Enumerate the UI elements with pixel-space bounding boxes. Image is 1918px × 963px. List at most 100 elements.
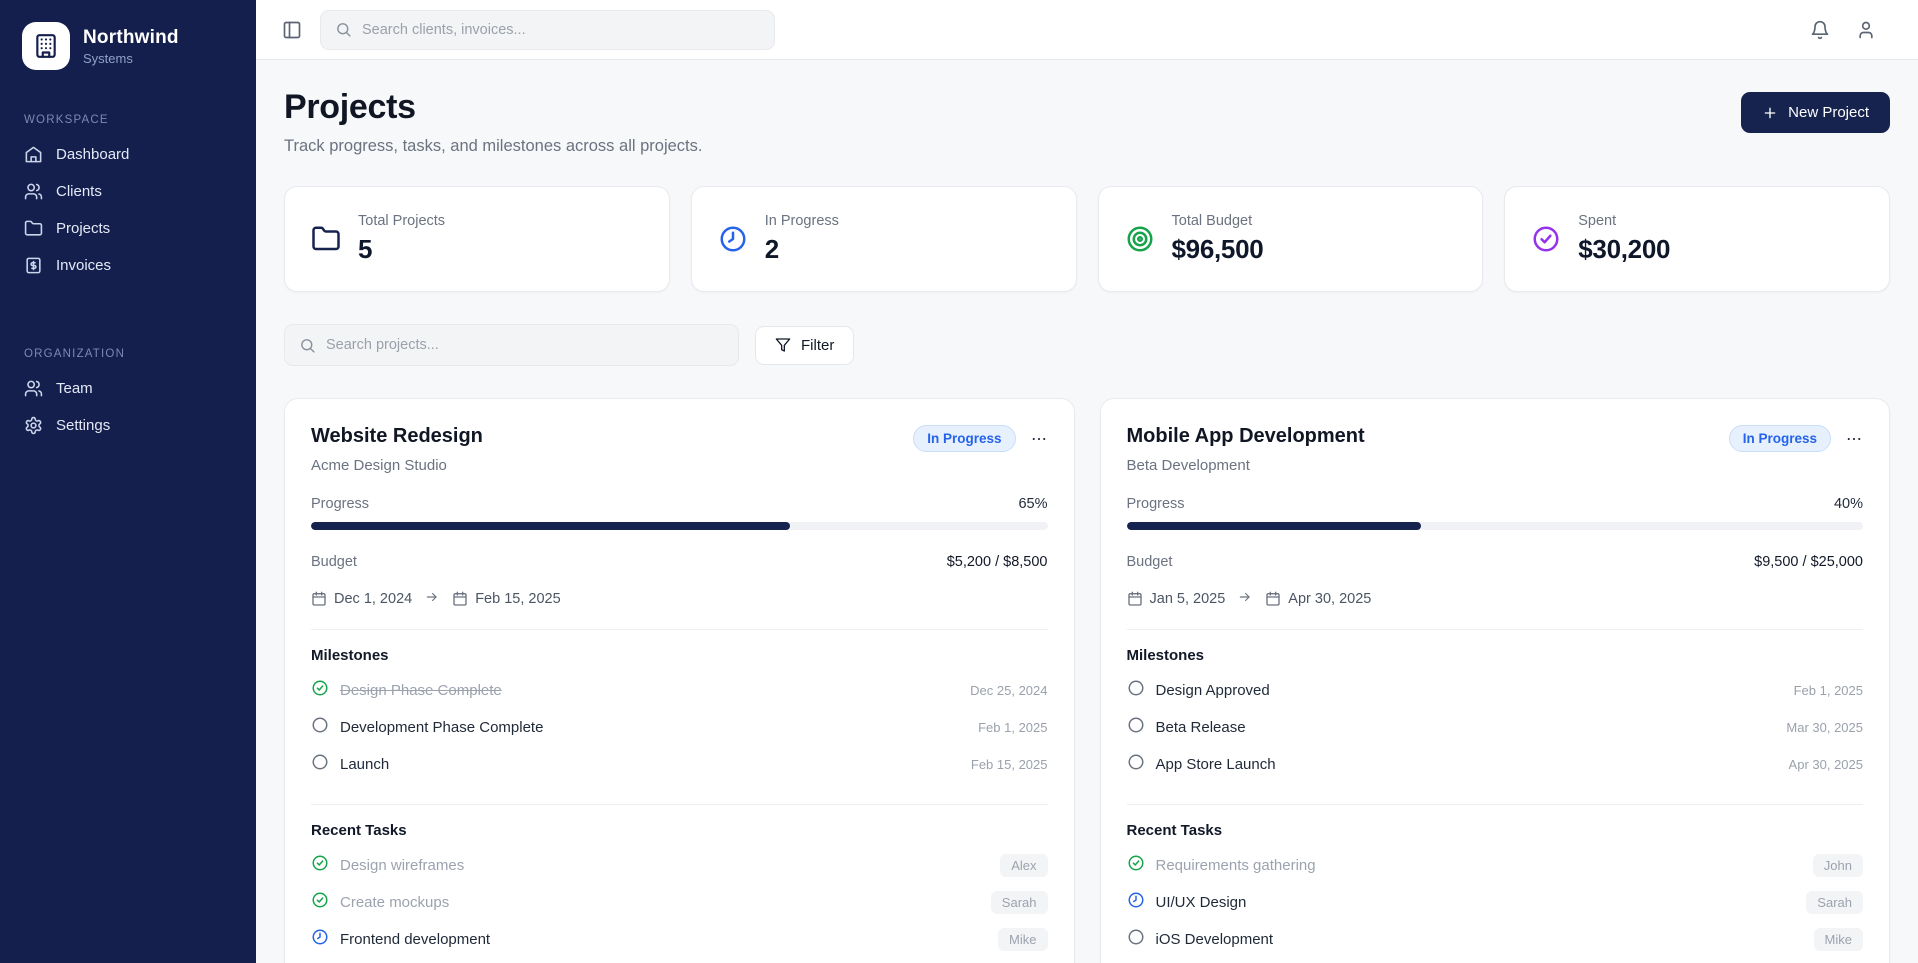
stats-row: Total Projects5In Progress2Total Budget$… — [284, 186, 1890, 292]
sidebar-section: WORKSPACE DashboardClientsProjectsInvoice… — [16, 114, 240, 284]
circle-icon — [1127, 679, 1145, 697]
sidebar-section-label: WORKSPACE — [16, 114, 240, 126]
page-content: Projects Track progress, tasks, and mile… — [256, 60, 1918, 963]
progress-row: Progress40% — [1127, 496, 1864, 512]
page-subtitle: Track progress, tasks, and milestones ac… — [284, 137, 702, 156]
milestone-date: Feb 15, 2025 — [971, 757, 1048, 772]
brand-name: Northwind — [83, 27, 179, 49]
topbar — [256, 0, 1918, 60]
folder-icon — [311, 224, 341, 254]
clock-icon — [311, 928, 329, 946]
stat-label: Spent — [1578, 213, 1670, 229]
task-assignee-badge: Sarah — [991, 891, 1048, 914]
status-badge: In Progress — [1729, 425, 1831, 452]
milestone-name: App Store Launch — [1156, 756, 1778, 773]
milestones-heading: Milestones — [1127, 647, 1864, 664]
filter-button[interactable]: Filter — [755, 326, 854, 365]
status-badge: In Progress — [913, 425, 1015, 452]
sidebar-item-clients[interactable]: Clients — [16, 173, 240, 210]
topbar-actions — [1810, 20, 1892, 40]
start-date: Jan 5, 2025 — [1127, 591, 1226, 607]
sidebar-section: ORGANIZATIONTeamSettings — [16, 348, 240, 444]
milestone-name: Beta Release — [1156, 719, 1776, 736]
filter-row: Filter — [284, 324, 1890, 366]
sidebar-item-projects[interactable]: Projects — [16, 210, 240, 247]
milestone-row: App Store LaunchApr 30, 2025 — [1127, 746, 1864, 783]
stat-value: 5 — [358, 234, 445, 265]
project-card-titles: Website RedesignAcme Design Studio — [311, 425, 483, 474]
sidebar-item-dashboard[interactable]: Dashboard — [16, 136, 240, 173]
circle-icon — [311, 716, 329, 734]
check-circle-icon — [311, 891, 329, 909]
task-status — [1127, 854, 1145, 877]
task-assignee-badge: Mike — [1814, 928, 1863, 951]
task-status — [1127, 928, 1145, 951]
gear-icon — [24, 416, 43, 435]
tasks-heading: Recent Tasks — [1127, 822, 1864, 839]
project-menu-button[interactable] — [1845, 430, 1863, 448]
progress-bar — [311, 522, 1048, 530]
sidebar-item-settings[interactable]: Settings — [16, 407, 240, 444]
project-menu-button[interactable] — [1030, 430, 1048, 448]
milestone-date: Mar 30, 2025 — [1786, 720, 1863, 735]
date-range-arrow — [422, 590, 442, 608]
task-assignee-badge: John — [1813, 854, 1863, 877]
task-name: iOS Development — [1156, 931, 1803, 948]
task-row: Requirements gathering John — [1127, 847, 1864, 884]
divider — [1127, 804, 1864, 805]
sidebar-toggle-button[interactable] — [282, 20, 302, 40]
budget-label: Budget — [311, 554, 357, 570]
task-name: UI/UX Design — [1156, 894, 1796, 911]
page-header: Projects Track progress, tasks, and mile… — [284, 88, 1890, 156]
clock-icon — [1127, 891, 1145, 909]
project-card: Mobile App DevelopmentBeta Development In… — [1100, 398, 1891, 963]
project-card-header: Website RedesignAcme Design Studio In Pro… — [311, 425, 1048, 474]
milestone-row: Beta Release Mar 30, 2025 — [1127, 709, 1864, 746]
sidebar-item-invoices[interactable]: Invoices — [16, 247, 240, 284]
sidebar: Northwind Systems WORKSPACE DashboardClie… — [0, 0, 256, 963]
clock-icon — [718, 224, 748, 254]
task-name: Requirements gathering — [1156, 857, 1802, 874]
invoice-icon — [24, 256, 43, 275]
projects-grid: Website RedesignAcme Design Studio In Pro… — [284, 398, 1890, 963]
project-card-titles: Mobile App DevelopmentBeta Development — [1127, 425, 1365, 474]
global-search — [320, 10, 775, 50]
start-date: Dec 1, 2024 — [311, 591, 412, 607]
end-date: Feb 15, 2025 — [452, 591, 560, 607]
main-column: Projects Track progress, tasks, and mile… — [256, 0, 1918, 963]
bell-icon — [1810, 20, 1830, 40]
project-search-input[interactable] — [326, 337, 724, 353]
circle-icon — [1127, 928, 1145, 946]
task-assignee-badge: Alex — [1000, 854, 1047, 877]
divider — [311, 804, 1048, 805]
brand: Northwind Systems — [16, 22, 240, 70]
sidebar-item-team[interactable]: Team — [16, 370, 240, 407]
new-project-button[interactable]: New Project — [1741, 92, 1890, 133]
milestone-name: Launch — [340, 756, 960, 773]
filter-icon — [775, 337, 791, 353]
calendar-icon — [1265, 591, 1281, 607]
notifications-button[interactable] — [1810, 20, 1830, 40]
progress-percent: 65% — [1018, 496, 1047, 512]
project-client: Acme Design Studio — [311, 457, 483, 474]
global-search-input[interactable] — [362, 22, 760, 38]
user-menu-button[interactable] — [1856, 20, 1876, 40]
budget-label: Budget — [1127, 554, 1173, 570]
task-row: iOS Development Mike — [1127, 921, 1864, 958]
progress-label: Progress — [311, 496, 369, 512]
budget-row: Budget$5,200 / $8,500 — [311, 554, 1048, 570]
users-icon — [24, 182, 43, 201]
calendar-icon — [311, 591, 327, 607]
divider — [1127, 629, 1864, 630]
project-card-actions: In Progress — [1729, 425, 1863, 452]
end-date: Apr 30, 2025 — [1265, 591, 1371, 607]
stat-value: $96,500 — [1172, 234, 1264, 265]
check-circle-icon — [1127, 854, 1145, 872]
app-root: Northwind Systems WORKSPACE DashboardClie… — [0, 0, 1918, 963]
check-circle-icon — [1531, 224, 1561, 254]
new-project-label: New Project — [1788, 104, 1869, 121]
project-card-actions: In Progress — [913, 425, 1047, 452]
end-date-text: Apr 30, 2025 — [1288, 591, 1371, 607]
users-icon — [24, 379, 43, 398]
milestone-row: Design Phase CompleteDec 25, 2024 — [311, 672, 1048, 709]
